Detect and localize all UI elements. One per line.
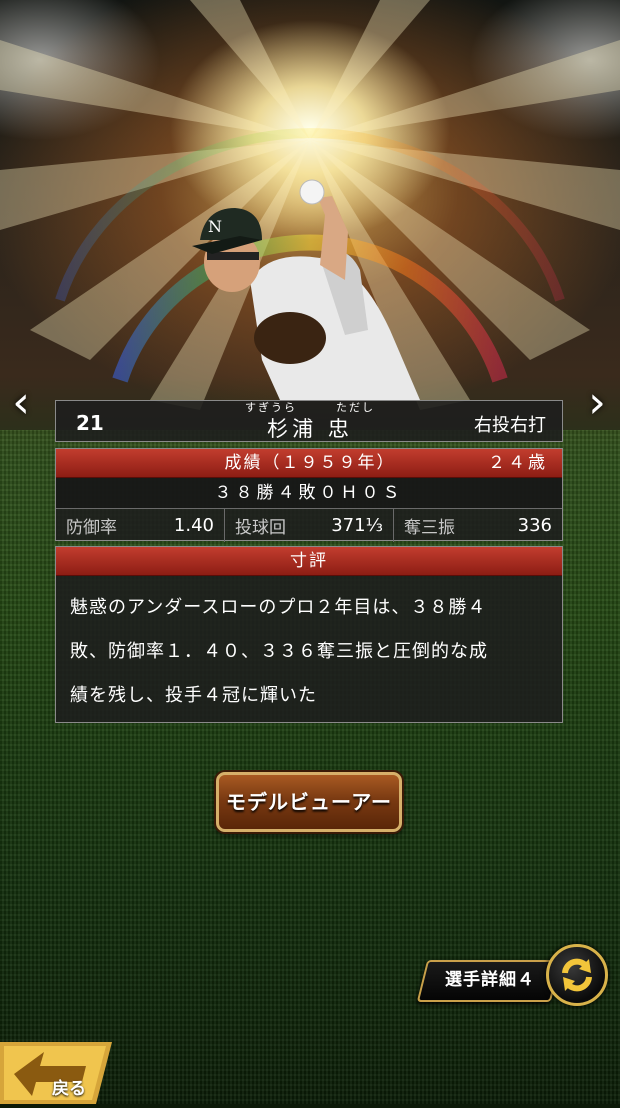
review-text: 魅惑のアンダースローのプロ２年目は、３８勝４ 敗、防御率１．４０、３３６奪三振と… (56, 576, 562, 718)
review-line: 敗、防御率１．４０、３３６奪三振と圧倒的な成 (70, 641, 488, 662)
review-line: 魅惑のアンダースローのプロ２年目は、３８勝４ (70, 597, 487, 618)
player-detail-label[interactable]: 選手詳細４ (434, 966, 546, 994)
model-viewer-button[interactable]: モデルビューアー (216, 772, 402, 832)
stat-cell-era: 防御率 1.40 (56, 509, 225, 542)
back-label[interactable]: 戻る (52, 1074, 86, 1099)
player-portrait: N (192, 179, 420, 400)
chevron-right-icon: › (588, 377, 606, 428)
next-player-button[interactable]: › (580, 380, 614, 426)
chevron-left-icon: ‹ (12, 377, 30, 428)
handedness: 右投右打 (474, 415, 546, 436)
svg-text:N: N (208, 217, 222, 236)
age-label: ２４歳 (488, 453, 548, 473)
stat-value: 371⅓ (331, 515, 383, 536)
stat-cell-innings: 投球回 371⅓ (225, 509, 394, 542)
review-panel: 寸評 魅惑のアンダースローのプロ２年目は、３８勝４ 敗、防御率１．４０、３３６奪… (55, 546, 563, 723)
stat-label: 奪三振 (404, 518, 455, 538)
stat-value: 336 (517, 515, 552, 536)
player-name-bar: 21 すぎうら ただし 杉浦 忠 右投右打 (55, 400, 563, 442)
season-header: 成績（１９５９年） ２４歳 (56, 449, 562, 478)
stat-cells: 防御率 1.40 投球回 371⅓ 奪三振 336 (56, 509, 562, 542)
review-title: 寸評 (56, 547, 562, 576)
stat-cell-strikeouts: 奪三振 336 (394, 509, 562, 542)
win-loss-record: ３８勝４敗０Ｈ０Ｓ (56, 478, 562, 509)
cycle-arrows-icon (562, 958, 592, 992)
stat-label: 投球回 (235, 518, 286, 538)
review-line: 績を残し、投手４冠に輝いた (70, 685, 317, 706)
prev-player-button[interactable]: ‹ (4, 380, 38, 426)
cycle-detail-button[interactable] (546, 944, 608, 1006)
stat-value: 1.40 (173, 515, 214, 536)
season-stats-panel: 成績（１９５９年） ２４歳 ３８勝４敗０Ｈ０Ｓ 防御率 1.40 投球回 371… (55, 448, 563, 542)
stat-label: 防御率 (66, 518, 117, 538)
